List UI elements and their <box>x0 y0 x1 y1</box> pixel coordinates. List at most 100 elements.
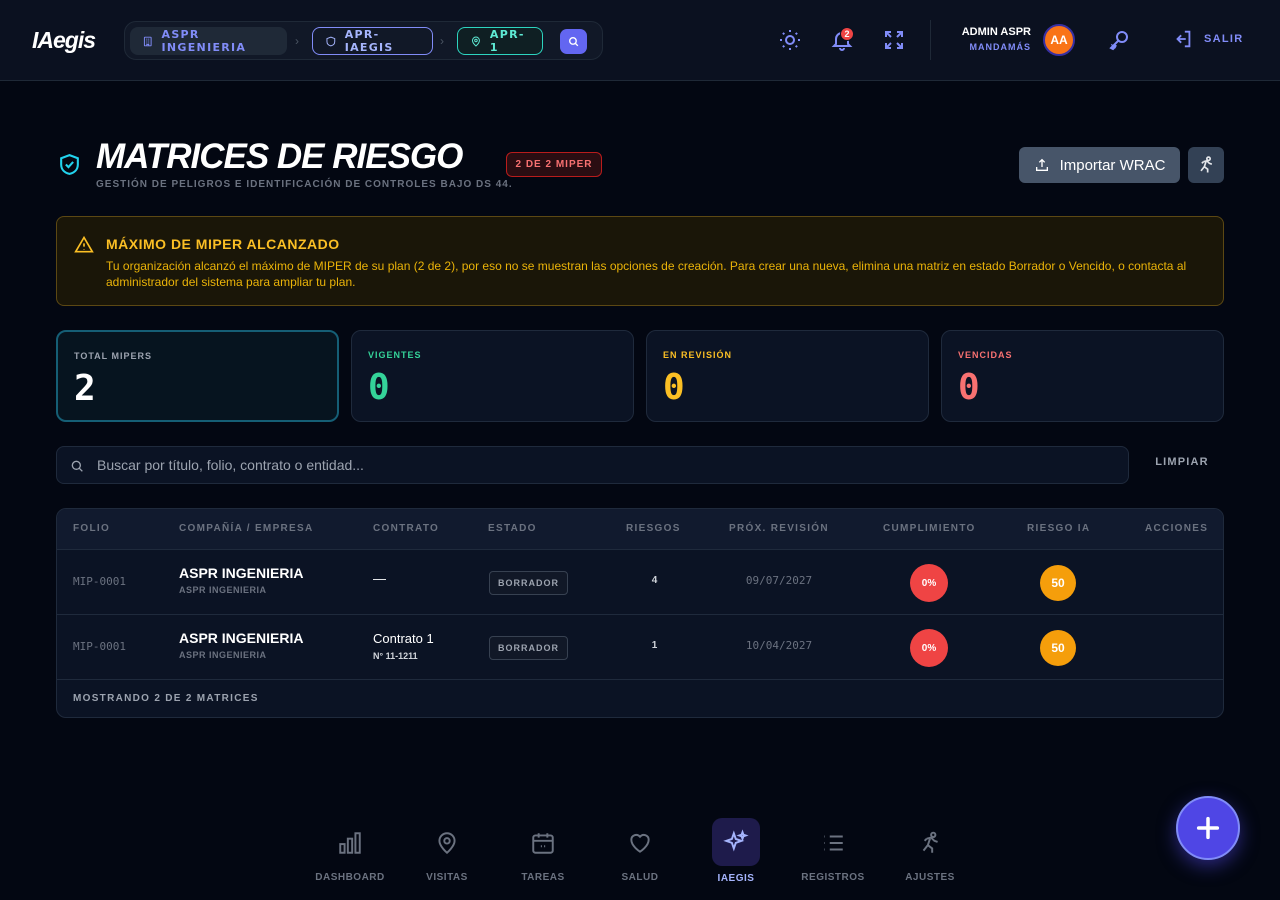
nav-icon-container <box>712 818 760 866</box>
column-header: RIESGOS <box>626 523 681 534</box>
stat-label: VENCIDAS <box>958 350 1013 360</box>
runner-icon <box>922 831 938 853</box>
column-header: ESTADO <box>488 523 537 534</box>
page-title: MATRICES DE RIESGO <box>96 137 463 176</box>
column-header: ACCIONES <box>1145 523 1209 534</box>
search-icon <box>71 460 83 472</box>
breadcrumb-company[interactable]: ASPR INGENIERIA <box>130 27 287 55</box>
column-header: RIESGO IA <box>1027 523 1091 534</box>
calendar-icon <box>532 833 554 854</box>
table-footer: MOSTRANDO 2 DE 2 MATRICES <box>57 679 1223 717</box>
stat-label: VIGENTES <box>368 350 422 360</box>
breadcrumb-project-label: APR-IAEGIS <box>344 28 394 54</box>
stat-card-total[interactable]: TOTAL MIPERS 2 <box>56 330 339 422</box>
table-row[interactable]: MIP-0001 ASPR INGENIERIA ASPR INGENIERIA… <box>57 549 1223 614</box>
miper-table: FOLIO COMPAÑÍA / EMPRESA CONTRATO ESTADO… <box>56 508 1224 718</box>
import-wrac-button[interactable]: Importar WRAC <box>1019 147 1180 183</box>
stat-card-vigentes[interactable]: VIGENTES 0 <box>351 330 634 422</box>
company-name: ASPR INGENIERIA <box>179 565 304 581</box>
nav-label: AJUSTES <box>905 872 955 883</box>
user-name: ADMIN ASPR <box>961 26 1031 38</box>
nav-ajustes[interactable]: AJUSTES <box>890 820 970 883</box>
breadcrumb-site-label: APR-1 <box>489 28 525 54</box>
logout-label: SALIR <box>1204 33 1244 45</box>
limit-alert: MÁXIMO DE MIPER ALCANZADO Tu organizació… <box>56 216 1224 306</box>
search-icon <box>569 37 579 47</box>
nav-tareas[interactable]: TAREAS <box>503 820 583 883</box>
breadcrumb-company-label: ASPR INGENIERIA <box>161 28 247 54</box>
plus-icon <box>1196 816 1220 840</box>
compliance-badge: 0% <box>910 629 948 667</box>
ai-risk-badge: 50 <box>1040 565 1076 601</box>
column-header: PRÓX. REVISIÓN <box>729 523 829 534</box>
ai-risk-badge: 50 <box>1040 630 1076 666</box>
company-name: ASPR INGENIERIA <box>179 630 304 646</box>
status-badge: BORRADOR <box>489 571 568 595</box>
breadcrumb-project[interactable]: APR-IAEGIS <box>312 27 433 55</box>
stat-card-en-revision[interactable]: EN REVISIÓN 0 <box>646 330 929 422</box>
nav-visitas[interactable]: VISITAS <box>407 820 487 883</box>
logout-button[interactable]: SALIR <box>1172 28 1244 50</box>
nav-dashboard[interactable]: DASHBOARD <box>310 820 390 883</box>
list-icon <box>824 835 843 851</box>
folio-cell: MIP-0001 <box>73 575 126 588</box>
import-wrac-label: Importar WRAC <box>1059 156 1166 174</box>
column-header: CUMPLIMIENTO <box>883 523 976 534</box>
top-bar: IAegis ASPR INGENIERIA › APR-IAEGIS › AP… <box>0 0 1280 81</box>
runner-icon <box>1200 156 1213 173</box>
next-review-date: 10/04/2027 <box>745 639 813 652</box>
company-sub: ASPR INGENIERIA <box>179 650 267 660</box>
fullscreen-icon[interactable] <box>882 28 906 52</box>
folio-cell: MIP-0001 <box>73 640 126 653</box>
next-review-date: 09/07/2027 <box>745 574 813 587</box>
risks-count: 1 <box>651 640 658 651</box>
notification-badge: 2 <box>840 27 854 41</box>
upload-icon <box>1035 158 1048 171</box>
contract-cell: — <box>373 571 386 586</box>
search-input[interactable] <box>97 447 1117 483</box>
nav-registros[interactable]: REGISTROS <box>793 820 873 883</box>
alert-title: MÁXIMO DE MIPER ALCANZADO <box>106 236 340 252</box>
stat-value: 0 <box>958 367 980 408</box>
runner-action-button[interactable] <box>1188 147 1224 183</box>
stat-value: 0 <box>663 367 685 408</box>
nav-label: DASHBOARD <box>315 872 385 883</box>
stat-label: EN REVISIÓN <box>663 350 733 360</box>
user-role: MANDAMÁS <box>969 42 1031 52</box>
column-header: COMPAÑÍA / EMPRESA <box>179 523 314 534</box>
limit-badge: 2 DE 2 MIPER <box>506 152 602 177</box>
breadcrumb-site[interactable]: APR-1 <box>457 27 543 55</box>
breadcrumb-search-button[interactable] <box>560 29 587 54</box>
map-pin-icon <box>438 832 456 855</box>
table-count: MOSTRANDO 2 DE 2 MATRICES <box>73 693 259 704</box>
key-icon[interactable] <box>1107 28 1131 52</box>
risks-count: 4 <box>651 575 658 586</box>
bar-chart-icon <box>339 832 361 854</box>
shield-check-icon <box>60 154 79 175</box>
add-button[interactable] <box>1176 796 1240 860</box>
status-badge: BORRADOR <box>489 636 568 660</box>
nav-salud[interactable]: SALUD <box>600 820 680 883</box>
logout-icon <box>1176 30 1191 48</box>
building-icon <box>143 36 152 46</box>
avatar[interactable]: AA <box>1043 24 1075 56</box>
contract-number: N° 11-1211 <box>373 651 418 661</box>
search-box <box>56 446 1129 484</box>
clear-button[interactable]: LIMPIAR <box>1140 456 1224 468</box>
page-subtitle: GESTIÓN DE PELIGROS E IDENTIFICACIÓN DE … <box>96 179 513 190</box>
stat-value: 2 <box>74 368 96 409</box>
stat-value: 0 <box>368 367 390 408</box>
table-row[interactable]: MIP-0001 ASPR INGENIERIA ASPR INGENIERIA… <box>57 614 1223 679</box>
chevron-right-icon: › <box>440 34 444 48</box>
app-logo[interactable]: IAegis <box>32 27 96 54</box>
shield-icon <box>326 36 336 46</box>
sun-icon[interactable] <box>778 28 802 52</box>
warning-icon <box>74 235 94 253</box>
table-header: FOLIO COMPAÑÍA / EMPRESA CONTRATO ESTADO… <box>57 509 1223 549</box>
heart-icon <box>630 833 650 853</box>
stat-label: TOTAL MIPERS <box>74 351 153 361</box>
stat-card-vencidas[interactable]: VENCIDAS 0 <box>941 330 1224 422</box>
nav-iaegis[interactable]: IAEGIS <box>696 818 776 884</box>
map-pin-icon <box>471 36 480 47</box>
nav-label: IAEGIS <box>717 873 755 884</box>
